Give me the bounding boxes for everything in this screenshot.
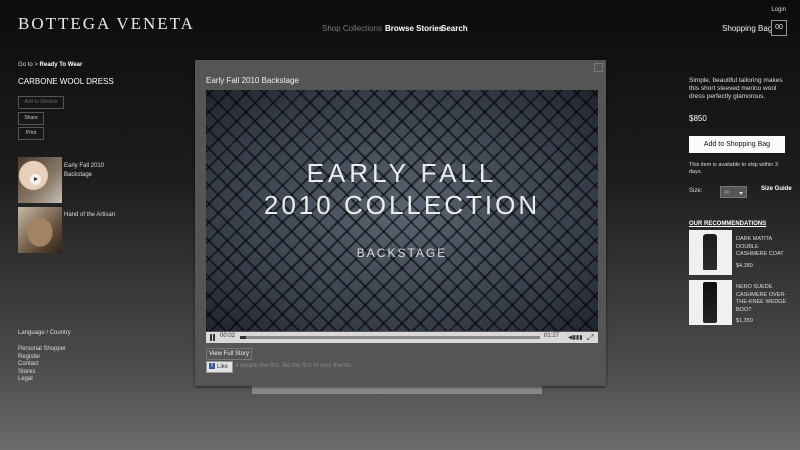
pause-icon[interactable]: [209, 334, 216, 341]
play-icon[interactable]: [30, 174, 41, 185]
video-title-line1: EARLY FALL: [306, 158, 498, 188]
shipping-note: This item is available to ship within 3 …: [689, 162, 778, 175]
seek-bar[interactable]: [240, 336, 540, 339]
current-time: 00:02: [220, 333, 236, 339]
language-country-link[interactable]: Language / Country: [18, 330, 71, 336]
nav-shop-collections[interactable]: Shop Collections: [322, 24, 382, 33]
recommendation-image-boot[interactable]: [689, 280, 732, 325]
recommendation-name-boot[interactable]: NERO SUEDE CASHMERE OVER-THE-KNEE WEDGE …: [736, 284, 791, 314]
video-player[interactable]: EARLY FALL 2010 COLLECTION BACKSTAGE: [206, 90, 598, 331]
footer-links: Personal Shopper Register Contact Stores…: [18, 346, 66, 384]
seek-bar-progress: [240, 336, 246, 339]
share-button[interactable]: Share: [18, 112, 44, 125]
breadcrumb-prefix: Go to >: [18, 62, 38, 68]
nav-browse-stories[interactable]: Browse Stories: [385, 24, 443, 33]
close-icon[interactable]: [594, 63, 603, 72]
brand-logo[interactable]: BOTTEGA VENETA: [18, 14, 195, 34]
coat-image: [703, 234, 717, 270]
footer-link-personal-shopper[interactable]: Personal Shopper: [18, 346, 66, 354]
modal-shadow-bar: [252, 386, 542, 394]
view-full-story-button[interactable]: View Full Story: [206, 348, 252, 360]
product-title: CARBONE WOOL DRESS: [18, 77, 114, 86]
recommendation-price-coat: $4,380: [736, 263, 753, 269]
video-subtitle: BACKSTAGE: [356, 246, 448, 260]
story-label-artisan[interactable]: Hand of the Artisan: [64, 211, 119, 220]
bag-count-badge[interactable]: 00: [771, 20, 787, 36]
facebook-like-button[interactable]: f Like: [206, 361, 233, 373]
product-description: Simple, beautiful tailoring makes this s…: [689, 77, 783, 100]
product-price: $850: [689, 114, 707, 123]
print-button[interactable]: Print: [18, 127, 44, 140]
modal-title: Early Fall 2010 Backstage: [206, 76, 299, 85]
size-select[interactable]: 40: [720, 186, 747, 198]
fullscreen-icon[interactable]: ⤢: [587, 333, 593, 343]
boot-image: [703, 282, 717, 323]
chevron-down-icon: [739, 192, 743, 195]
video-controls: 00:02 01:27 ◀▮▮▮ ⤢: [206, 332, 598, 343]
recommendation-price-boot: $1,350: [736, 318, 753, 324]
breadcrumb-link[interactable]: Ready To Wear: [40, 62, 83, 68]
recommendations-title: OUR RECOMMENDATIONS: [689, 221, 767, 227]
nav-search[interactable]: Search: [441, 24, 468, 33]
login-link[interactable]: Login: [771, 7, 786, 13]
footer-link-legal[interactable]: Legal: [18, 376, 66, 384]
facebook-icon: f: [209, 363, 215, 370]
like-label: Like: [217, 364, 229, 370]
add-to-wishlist-button[interactable]: Add to Wishlist: [18, 96, 64, 109]
story-thumbnail-artisan[interactable]: [18, 207, 62, 253]
volume-icon[interactable]: ◀▮▮▮: [568, 334, 583, 341]
shopping-bag-link[interactable]: Shopping Bag: [722, 24, 772, 33]
size-label: Size:: [689, 188, 703, 194]
duration: 01:27: [544, 333, 560, 339]
size-value: 40: [724, 190, 730, 196]
footer-link-register[interactable]: Register: [18, 354, 66, 362]
add-to-bag-button[interactable]: Add to Shopping Bag: [689, 136, 785, 153]
recommendation-image-coat[interactable]: [689, 230, 732, 275]
footer-link-contact[interactable]: Contact: [18, 361, 66, 369]
size-guide-link[interactable]: Size Guide: [761, 186, 792, 192]
breadcrumb: Go to > Ready To Wear: [18, 62, 82, 68]
story-label-backstage[interactable]: Early Fall 2010 Backstage: [64, 162, 119, 180]
footer-link-stores[interactable]: Stores: [18, 369, 66, 377]
video-title-line2: 2010 COLLECTION: [263, 190, 541, 220]
like-count-text: 4 people like this. Be the first of your…: [235, 363, 354, 369]
recommendation-name-coat[interactable]: DARK MATITA DOUBLE CASHMERE COAT: [736, 236, 791, 259]
